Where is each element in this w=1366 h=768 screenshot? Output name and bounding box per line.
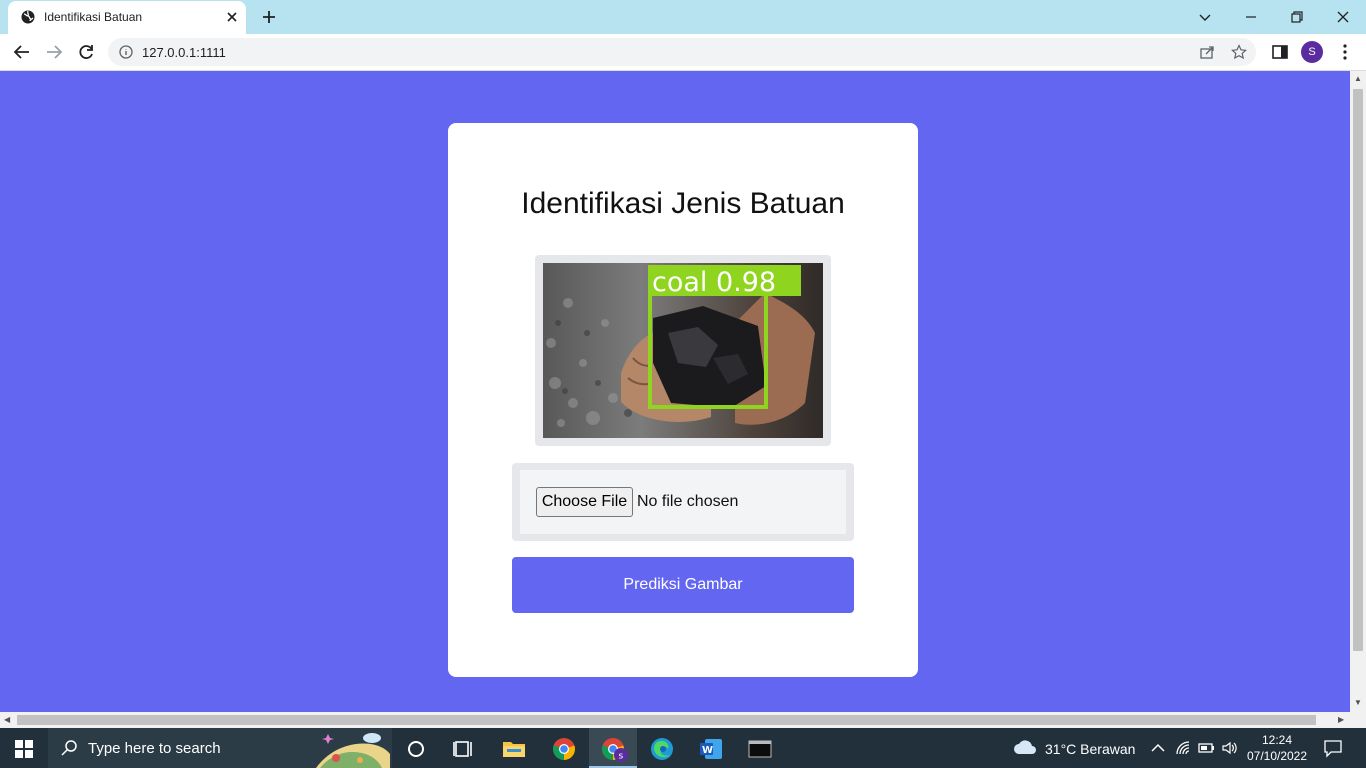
battery-icon[interactable] xyxy=(1198,741,1216,755)
file-input[interactable]: Choose File No file chosen xyxy=(520,470,846,534)
edge-icon xyxy=(651,738,673,760)
upload-card: Identifikasi Jenis Batuan coal 0.98 Choo… xyxy=(448,123,918,677)
prediction-image-frame: coal 0.98 xyxy=(535,255,831,446)
search-icon xyxy=(61,740,77,756)
taskbar-search[interactable]: Type here to search xyxy=(48,728,392,768)
address-bar[interactable]: 127.0.0.1:1111 xyxy=(108,38,1256,66)
close-window-icon[interactable] xyxy=(1332,6,1354,28)
taskbar-edge[interactable] xyxy=(638,728,686,768)
taskbar-chrome-profile[interactable]: s xyxy=(589,728,637,768)
forward-arrow-icon[interactable] xyxy=(44,42,64,62)
browser-toolbar: 127.0.0.1:1111 S xyxy=(0,34,1366,71)
bookmark-star-icon[interactable] xyxy=(1231,44,1247,60)
search-highlight-icon xyxy=(316,733,390,768)
browser-tab[interactable]: Identifikasi Batuan xyxy=(8,1,246,34)
terminal-icon xyxy=(748,740,772,758)
search-placeholder: Type here to search xyxy=(88,740,221,757)
taskbar-clock[interactable]: 12:24 07/10/2022 xyxy=(1240,732,1314,764)
taskbar-cortana[interactable] xyxy=(392,728,440,768)
prediction-image: coal 0.98 xyxy=(543,263,823,438)
scroll-down-arrow-icon[interactable]: ▼ xyxy=(1354,698,1362,707)
file-status-text: No file chosen xyxy=(637,493,739,510)
notification-icon[interactable] xyxy=(1323,738,1343,758)
minimize-icon[interactable] xyxy=(1240,6,1262,28)
taskbar-word[interactable]: W xyxy=(687,728,735,768)
volume-icon[interactable] xyxy=(1221,740,1239,756)
profile-avatar[interactable]: S xyxy=(1301,41,1323,63)
vertical-scrollbar[interactable]: ▲ ▼ xyxy=(1350,71,1366,712)
globe-icon xyxy=(21,10,35,24)
close-tab-icon[interactable] xyxy=(224,9,240,25)
predict-button[interactable]: Prediksi Gambar xyxy=(512,557,854,613)
tab-search-icon[interactable] xyxy=(1194,6,1216,28)
taskbar-chrome[interactable] xyxy=(540,728,588,768)
taskbar: Type here to search s W 31°C Berawan 12:… xyxy=(0,728,1366,768)
taskbar-terminal[interactable] xyxy=(736,728,784,768)
network-icon[interactable] xyxy=(1175,740,1193,756)
page-title: Identifikasi Jenis Batuan xyxy=(521,187,845,220)
choose-file-button[interactable]: Choose File xyxy=(536,487,633,517)
taskbar-file-explorer[interactable] xyxy=(490,728,538,768)
tab-strip: Identifikasi Batuan xyxy=(0,0,1366,34)
clock-time: 12:24 xyxy=(1261,733,1293,747)
site-info-icon[interactable] xyxy=(119,45,133,59)
share-icon[interactable] xyxy=(1199,44,1215,60)
task-view-icon xyxy=(453,741,472,757)
cloud-weather-icon[interactable] xyxy=(1013,738,1037,758)
reload-icon[interactable] xyxy=(76,42,96,62)
detection-label: coal 0.98 xyxy=(652,267,776,298)
url-text[interactable]: 127.0.0.1:1111 xyxy=(142,45,226,60)
weather-text[interactable]: 31°C Berawan xyxy=(1045,741,1135,757)
chrome-icon xyxy=(553,738,575,760)
horizontal-scrollbar[interactable]: ◀ ▶ xyxy=(0,712,1366,728)
horizontal-scroll-thumb[interactable] xyxy=(17,715,1316,725)
restore-icon[interactable] xyxy=(1286,6,1308,28)
scroll-right-arrow-icon[interactable]: ▶ xyxy=(1338,715,1344,724)
file-input-frame: Choose File No file chosen xyxy=(512,463,854,541)
scroll-up-arrow-icon[interactable]: ▲ xyxy=(1354,74,1362,83)
vertical-scroll-thumb[interactable] xyxy=(1353,89,1363,651)
more-menu-icon[interactable] xyxy=(1336,43,1354,61)
windows-start-icon[interactable] xyxy=(15,740,33,758)
folder-icon xyxy=(503,742,525,757)
back-arrow-icon[interactable] xyxy=(12,42,32,62)
word-icon: W xyxy=(700,739,722,759)
clock-date: 07/10/2022 xyxy=(1246,749,1308,763)
svg-text:s: s xyxy=(619,752,624,762)
taskbar-task-view[interactable] xyxy=(440,728,488,768)
scroll-left-arrow-icon[interactable]: ◀ xyxy=(4,715,10,724)
new-tab-icon[interactable] xyxy=(260,8,278,26)
cortana-circle-icon xyxy=(408,741,424,757)
side-panel-icon[interactable] xyxy=(1271,43,1289,61)
show-hidden-icons-chevron-up-icon[interactable] xyxy=(1150,741,1166,755)
page-viewport: Identifikasi Jenis Batuan coal 0.98 Choo… xyxy=(0,71,1350,712)
svg-text:W: W xyxy=(702,745,713,756)
chrome-profile-icon: s xyxy=(602,738,628,762)
tab-title: Identifikasi Batuan xyxy=(44,10,143,24)
